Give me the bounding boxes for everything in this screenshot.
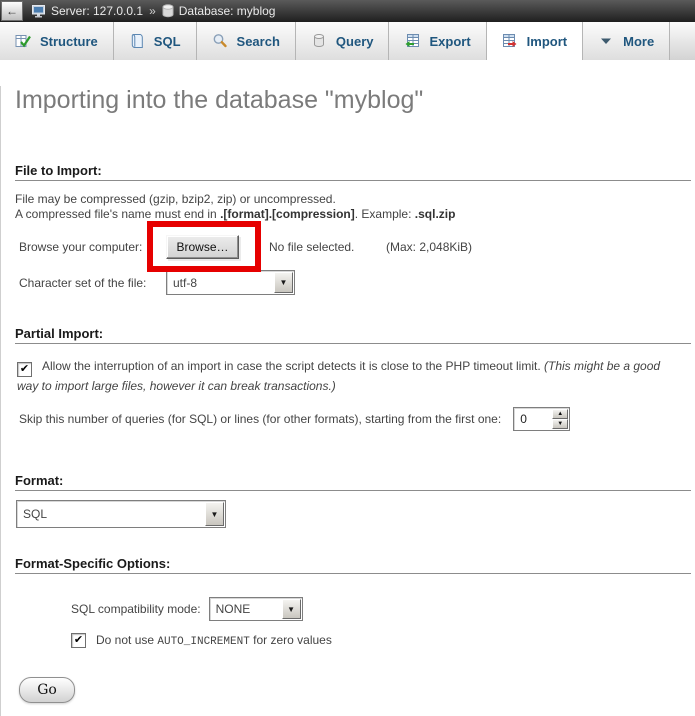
- browse-button[interactable]: Browse…: [166, 235, 239, 259]
- tab-search[interactable]: Search: [197, 22, 296, 60]
- tab-label: Export: [429, 34, 470, 49]
- search-icon: [212, 33, 228, 49]
- sql-compatibility-row: SQL compatibility mode: NONE ▼: [71, 597, 695, 621]
- server-icon: [32, 5, 46, 18]
- section-heading-format: Format:: [15, 473, 691, 491]
- sql-icon: [129, 33, 145, 49]
- spinner: ▲ ▼: [552, 409, 568, 429]
- format-select[interactable]: SQL ▼: [16, 500, 226, 528]
- tab-label: Import: [527, 34, 567, 49]
- charset-select[interactable]: utf-8 ▼: [166, 270, 295, 295]
- auto-increment-checkbox[interactable]: ✔: [71, 633, 86, 648]
- structure-icon: [15, 33, 31, 49]
- browse-label: Browse your computer:: [19, 240, 166, 254]
- max-size-text: (Max: 2,048KiB): [386, 240, 472, 254]
- page-title: Importing into the database "myblog": [15, 86, 695, 115]
- allow-interruption-checkbox[interactable]: ✔: [17, 362, 32, 377]
- section-heading-format-specific: Format-Specific Options:: [15, 556, 691, 574]
- query-icon: [311, 33, 327, 49]
- skip-label: Skip this number of queries (for SQL) or…: [19, 412, 501, 426]
- tab-label: Structure: [40, 34, 98, 49]
- breadcrumb-database-link[interactable]: Database: myblog: [179, 4, 276, 18]
- back-button[interactable]: ←: [1, 1, 23, 21]
- tab-import[interactable]: Import: [487, 22, 583, 60]
- spin-up-icon[interactable]: ▲: [552, 409, 568, 419]
- tab-export[interactable]: Export: [389, 22, 486, 60]
- charset-selected-value: utf-8: [167, 276, 273, 290]
- breadcrumb-server-link[interactable]: Server: 127.0.0.1: [51, 4, 143, 18]
- auto-increment-label: Do not use AUTO_INCREMENT for zero value…: [96, 633, 332, 648]
- tab-sql[interactable]: SQL: [114, 22, 197, 60]
- sql-compatibility-value: NONE: [210, 602, 281, 616]
- tabbar-filler: [670, 22, 695, 60]
- compression-help-text: File may be compressed (gzip, bzip2, zip…: [15, 192, 691, 222]
- section-heading-partial-import: Partial Import:: [15, 326, 691, 344]
- chevron-down-icon: [598, 33, 614, 49]
- import-icon: [502, 33, 518, 49]
- no-file-selected-text: No file selected.: [269, 240, 386, 254]
- export-icon: [404, 33, 420, 49]
- allow-interruption-text: ✔Allow the interruption of an import in …: [17, 357, 681, 396]
- spin-down-icon[interactable]: ▼: [552, 419, 568, 429]
- sql-compatibility-label: SQL compatibility mode:: [71, 602, 201, 616]
- tab-more[interactable]: More: [583, 22, 670, 60]
- breadcrumb: ← Server: 127.0.0.1 » Database: myblog: [0, 0, 695, 22]
- auto-increment-row: ✔ Do not use AUTO_INCREMENT for zero val…: [71, 632, 695, 648]
- tab-bar: Structure SQL Search: [0, 22, 695, 60]
- go-button[interactable]: Go: [19, 677, 75, 703]
- section-heading-file-to-import: File to Import:: [15, 163, 691, 181]
- dropdown-arrow-icon[interactable]: ▼: [205, 502, 224, 526]
- sql-compatibility-select[interactable]: NONE ▼: [209, 597, 303, 621]
- phpmyadmin-import-page: ← Server: 127.0.0.1 » Database: myblog: [0, 0, 695, 716]
- skip-number-input[interactable]: 0 ▲ ▼: [513, 407, 570, 431]
- skip-row: Skip this number of queries (for SQL) or…: [19, 406, 695, 431]
- charset-row: Character set of the file: utf-8 ▼: [19, 270, 695, 295]
- skip-number-value: 0: [514, 408, 552, 430]
- tab-label: SQL: [154, 34, 181, 49]
- tab-structure[interactable]: Structure: [0, 22, 114, 60]
- main-content: Importing into the database "myblog" Fil…: [0, 86, 695, 716]
- dropdown-arrow-icon[interactable]: ▼: [282, 599, 301, 619]
- dropdown-arrow-icon[interactable]: ▼: [274, 272, 293, 293]
- database-icon: [162, 4, 174, 18]
- format-selected-value: SQL: [17, 507, 204, 521]
- browse-row: Browse your computer: Browse… No file se…: [19, 234, 695, 259]
- tab-label: Query: [336, 34, 374, 49]
- tab-query[interactable]: Query: [296, 22, 390, 60]
- breadcrumb-separator: »: [149, 4, 156, 18]
- tab-label: Search: [237, 34, 280, 49]
- charset-label: Character set of the file:: [19, 276, 166, 290]
- tab-label: More: [623, 34, 654, 49]
